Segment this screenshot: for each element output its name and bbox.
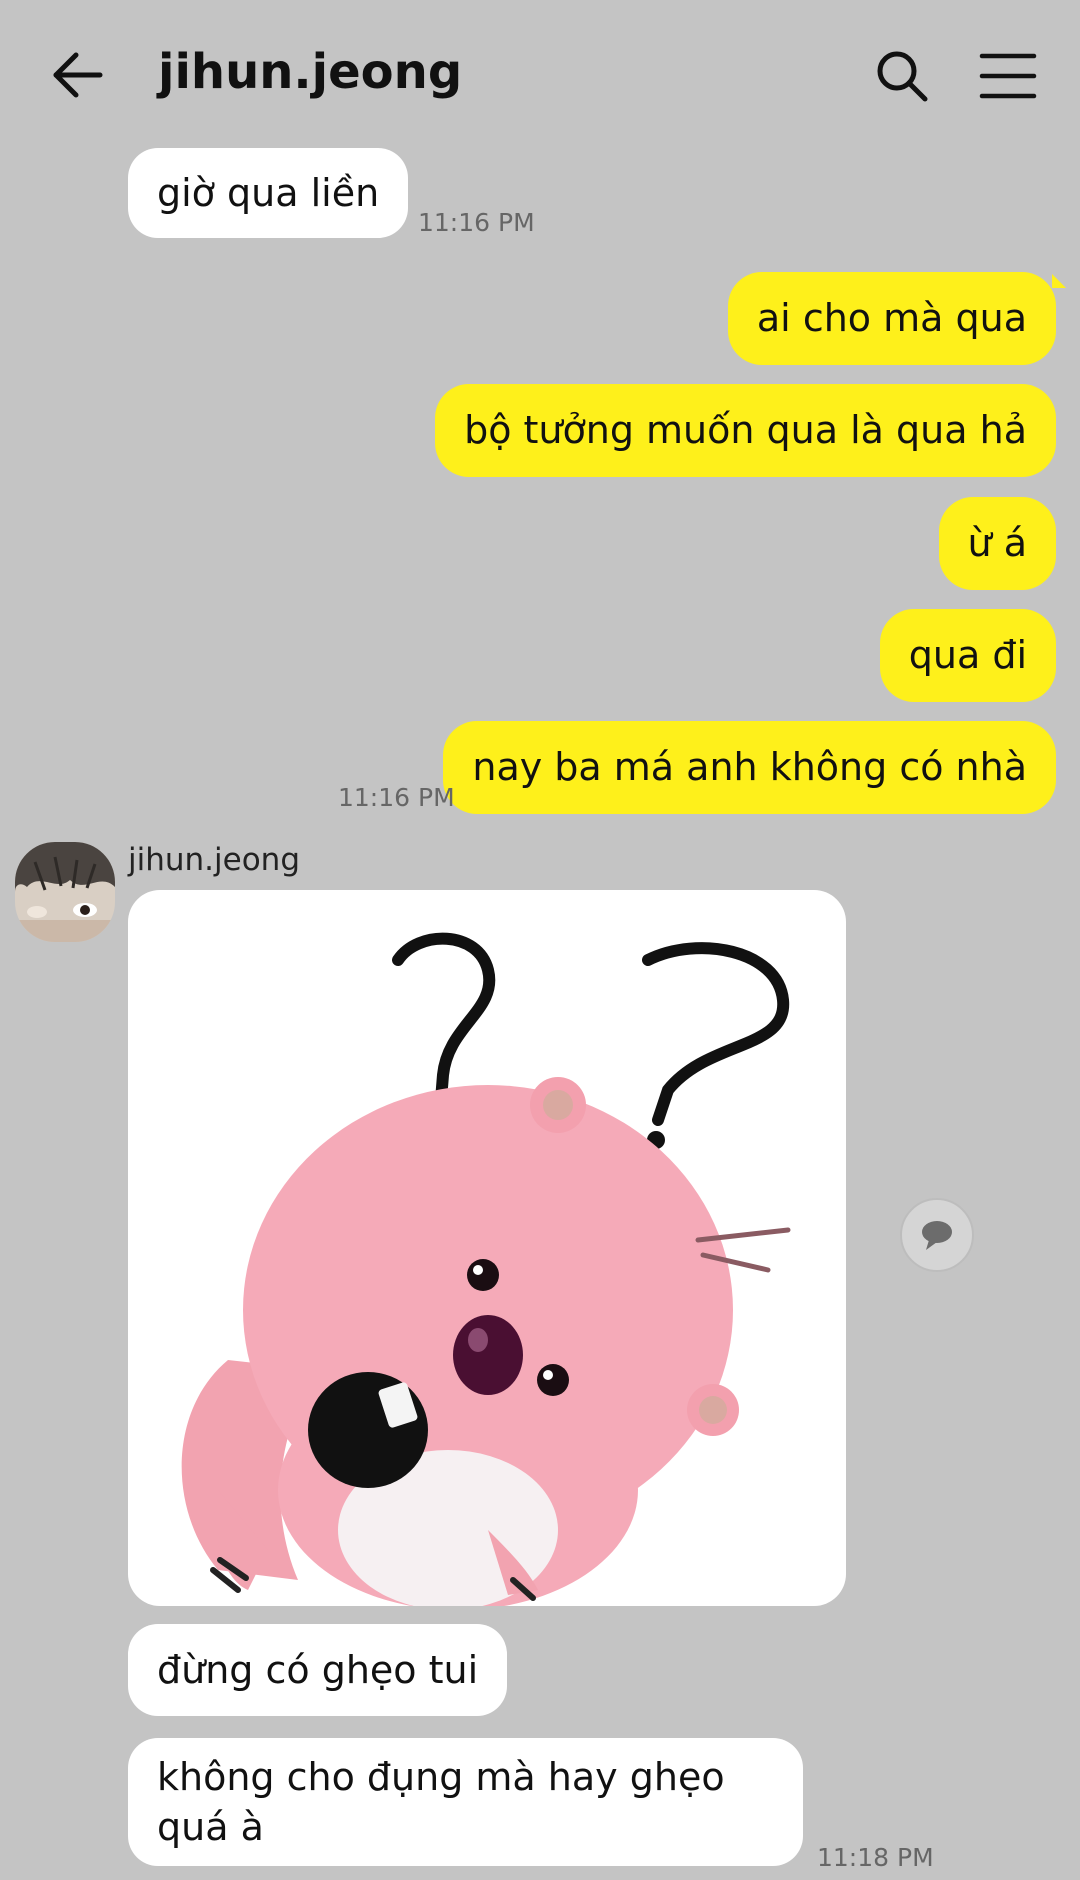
avatar-image	[15, 842, 115, 942]
message-bubble-outgoing[interactable]: ừ á	[938, 497, 1056, 590]
message-text: giờ qua liền	[157, 171, 380, 215]
message-timestamp: 11:16 PM	[418, 208, 535, 237]
sender-name: jihun.jeong	[128, 842, 300, 878]
menu-button[interactable]	[978, 50, 1038, 102]
message-text: đừng có ghẹo tui	[157, 1648, 479, 1692]
message-bubble-incoming[interactable]: không cho đụng mà hay ghẹo quá à	[128, 1738, 803, 1866]
message-bubble-incoming[interactable]: đừng có ghẹo tui	[128, 1624, 508, 1716]
message-timestamp: 11:18 PM	[817, 1843, 934, 1872]
message-bubble-incoming[interactable]: giờ qua liền	[128, 148, 409, 238]
message-timestamp: 11:16 PM	[338, 783, 455, 812]
message-bubble-outgoing[interactable]: nay ba má anh không có nhà	[443, 721, 1056, 814]
reply-button[interactable]	[900, 1198, 974, 1272]
chat-header: jihun.jeong	[0, 0, 1080, 145]
speech-bubble-icon	[922, 1221, 952, 1250]
message-bubble-outgoing[interactable]: ai cho mà qua	[727, 272, 1056, 365]
back-button[interactable]	[48, 45, 108, 105]
message-bubble-outgoing[interactable]: bộ tưởng muốn qua là qua hả	[435, 384, 1056, 477]
chat-title: jihun.jeong	[158, 44, 463, 100]
message-text: qua đi	[908, 633, 1027, 677]
search-icon	[877, 51, 928, 102]
search-button[interactable]	[874, 48, 930, 104]
message-text: không cho đụng mà hay ghẹo quá à	[157, 1755, 725, 1849]
message-text: ai cho mà qua	[756, 296, 1027, 340]
message-text: nay ba má anh không có nhà	[472, 745, 1027, 789]
sticker-message[interactable]	[128, 890, 846, 1606]
hamburger-menu-icon	[979, 53, 1037, 99]
pink-beaver-question-sticker	[181, 932, 791, 1606]
arrow-left-icon	[53, 52, 103, 98]
avatar[interactable]	[15, 842, 115, 942]
message-bubble-outgoing[interactable]: qua đi	[879, 609, 1056, 702]
message-text: bộ tưởng muốn qua là qua hả	[464, 408, 1027, 452]
bubble-tail	[1052, 274, 1066, 288]
message-text: ừ á	[967, 521, 1027, 565]
